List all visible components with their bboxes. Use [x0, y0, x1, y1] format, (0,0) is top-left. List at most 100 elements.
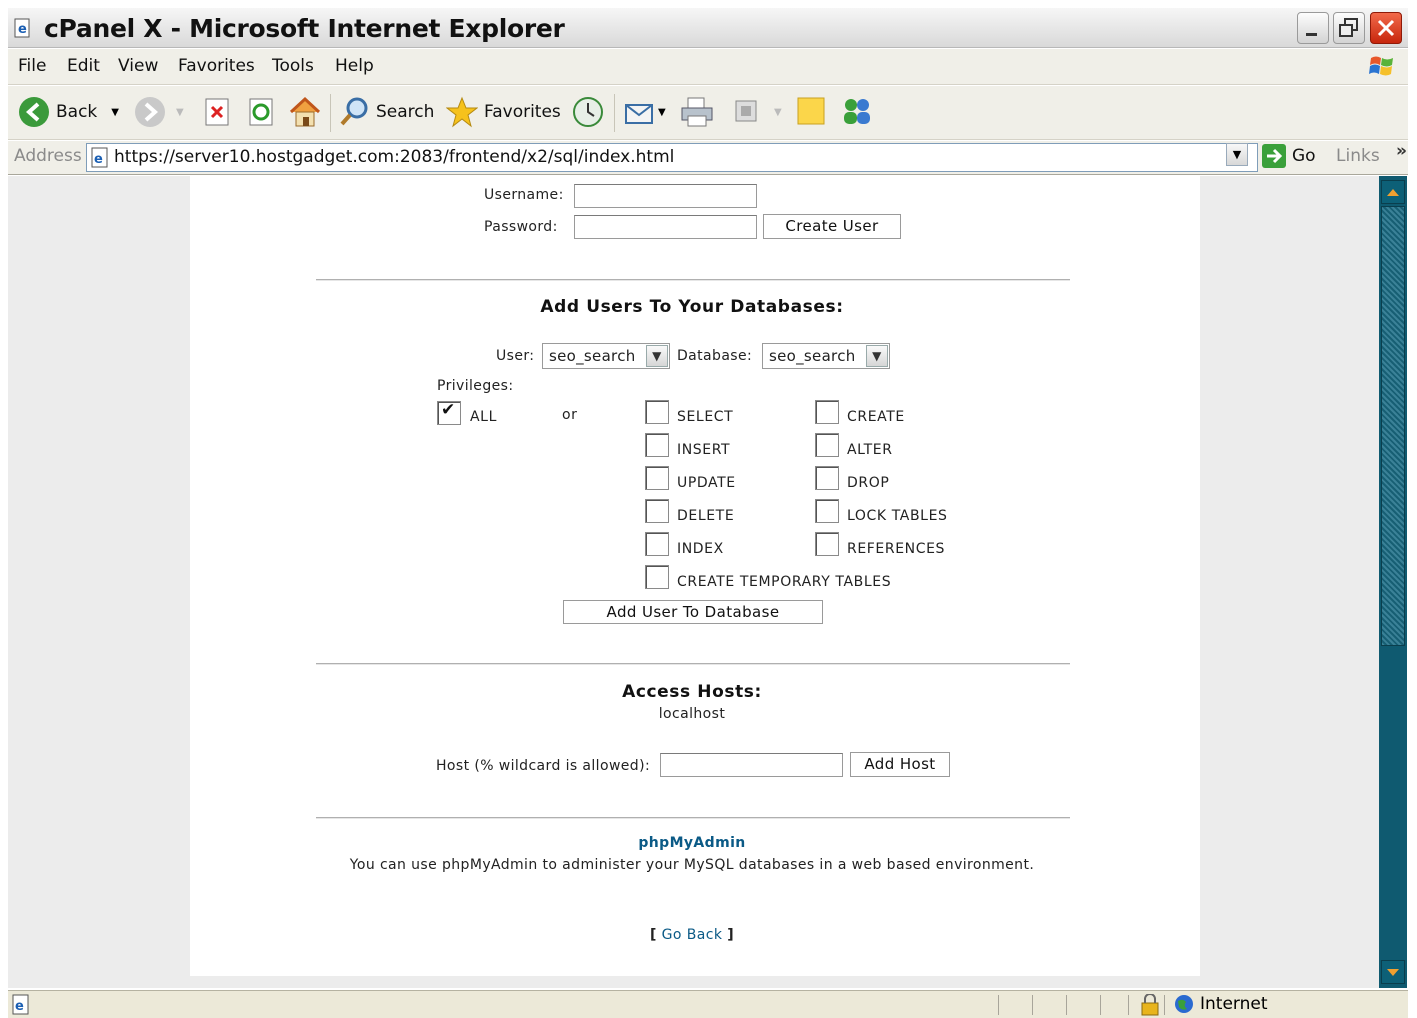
- forward-dropdown-icon[interactable]: ▼: [176, 107, 184, 118]
- stop-icon: [205, 98, 229, 126]
- menu-edit[interactable]: Edit: [67, 56, 100, 76]
- privilege-delete-checkbox[interactable]: [645, 499, 669, 523]
- minimize-button[interactable]: [1297, 12, 1329, 44]
- host-input[interactable]: [660, 753, 843, 777]
- privilege-lock-tables-checkbox[interactable]: [815, 499, 839, 523]
- mail-dropdown-icon[interactable]: ▼: [658, 107, 666, 118]
- scroll-down-button[interactable]: [1381, 960, 1405, 984]
- menu-tools[interactable]: Tools: [272, 56, 314, 76]
- scrollbar-thumb[interactable]: [1381, 206, 1405, 646]
- privilege-references-checkbox[interactable]: [815, 532, 839, 556]
- privilege-insert-checkbox[interactable]: [645, 433, 669, 457]
- minimize-icon: [1306, 33, 1317, 36]
- password-input[interactable]: [574, 215, 757, 239]
- privilege-select-label: SELECT: [677, 409, 734, 425]
- username-input[interactable]: [574, 184, 757, 208]
- links-toolbar[interactable]: Links: [1336, 146, 1380, 166]
- discuss-button[interactable]: [796, 94, 828, 130]
- bracket-open: [: [650, 927, 657, 943]
- access-hosts-heading: Access Hosts:: [622, 682, 762, 702]
- mail-icon: [625, 104, 653, 124]
- go-back-wrapper: [ Go Back ]: [190, 927, 1194, 943]
- database-select[interactable]: seo_search ▼: [762, 343, 890, 369]
- menu-favorites[interactable]: Favorites: [178, 56, 255, 76]
- privilege-references-label: REFERENCES: [847, 541, 946, 557]
- status-divider: [1066, 995, 1067, 1015]
- go-label: Go: [1292, 146, 1316, 166]
- back-button[interactable]: Back ▼: [18, 94, 119, 130]
- go-button[interactable]: Go: [1262, 144, 1316, 168]
- username-label: Username:: [484, 187, 564, 203]
- privilege-drop-checkbox[interactable]: [815, 466, 839, 490]
- status-divider: [1100, 995, 1101, 1015]
- add-host-button[interactable]: Add Host: [850, 752, 950, 777]
- privilege-create-checkbox[interactable]: [815, 400, 839, 424]
- create-user-button[interactable]: Create User: [763, 214, 901, 239]
- close-icon: [1377, 19, 1395, 37]
- vertical-scrollbar[interactable]: [1379, 176, 1407, 988]
- go-back-link[interactable]: Go Back: [662, 927, 723, 943]
- privilege-create-temporary-tables-checkbox[interactable]: [645, 565, 669, 589]
- refresh-icon: [249, 98, 273, 126]
- close-button[interactable]: [1370, 12, 1402, 44]
- edit-page-icon: [735, 100, 757, 122]
- history-button[interactable]: [572, 94, 604, 130]
- phpmyadmin-link[interactable]: phpMyAdmin: [190, 835, 1194, 851]
- bracket-close: ]: [727, 927, 734, 943]
- database-label: Database:: [677, 348, 753, 364]
- user-label: User:: [496, 348, 535, 364]
- status-bar: e Internet: [8, 990, 1408, 1018]
- forward-arrow-icon: [135, 97, 165, 127]
- back-dropdown-icon[interactable]: ▼: [111, 107, 119, 118]
- host-label: Host (% wildcard is allowed):: [436, 758, 651, 774]
- menu-view[interactable]: View: [118, 56, 158, 76]
- forward-button[interactable]: ▼: [134, 94, 184, 130]
- address-dropdown-icon[interactable]: ▼: [1226, 143, 1248, 166]
- address-bar: Address e https://server10.hostgadget.co…: [8, 141, 1408, 175]
- privilege-insert-label: INSERT: [677, 442, 731, 458]
- privilege-select-checkbox[interactable]: [645, 400, 669, 424]
- address-label: Address: [14, 146, 82, 166]
- messenger-button[interactable]: [840, 94, 874, 130]
- status-divider: [1164, 995, 1165, 1015]
- print-button[interactable]: [680, 94, 714, 130]
- svg-text:e: e: [18, 22, 27, 37]
- privilege-index-checkbox[interactable]: [645, 532, 669, 556]
- privilege-alter-checkbox[interactable]: [815, 433, 839, 457]
- host-list-item: localhost: [658, 706, 726, 722]
- privilege-all-label: ALL: [470, 409, 497, 425]
- edit-dropdown-icon[interactable]: ▼: [774, 107, 782, 118]
- window-title: cPanel X - Microsoft Internet Explorer: [44, 14, 565, 43]
- favorites-button[interactable]: Favorites: [446, 94, 561, 130]
- database-select-value: seo_search: [769, 347, 856, 365]
- refresh-button[interactable]: [248, 94, 276, 130]
- search-label: Search: [376, 102, 435, 122]
- edit-button[interactable]: ▼: [734, 94, 782, 130]
- add-user-to-database-button[interactable]: Add User To Database: [563, 600, 823, 624]
- history-icon: [573, 97, 603, 127]
- arrow-down-icon: [1387, 969, 1399, 976]
- back-arrow-icon: [19, 97, 49, 127]
- favorites-label: Favorites: [484, 102, 561, 122]
- privilege-update-checkbox[interactable]: [645, 466, 669, 490]
- stop-button[interactable]: [204, 94, 232, 130]
- lock-icon: [1141, 994, 1159, 1016]
- chevron-more-icon[interactable]: »: [1396, 141, 1407, 161]
- restore-button[interactable]: [1333, 12, 1365, 44]
- svg-text:e: e: [15, 999, 24, 1014]
- chevron-down-icon: ▼: [646, 345, 668, 367]
- menu-file[interactable]: File: [18, 56, 46, 76]
- privilege-update-label: UPDATE: [677, 475, 736, 491]
- page-icon: e: [91, 147, 108, 168]
- mail-button[interactable]: ▼: [624, 94, 666, 130]
- zone-label: Internet: [1200, 994, 1268, 1014]
- scroll-up-button[interactable]: [1381, 180, 1405, 204]
- home-button[interactable]: [288, 94, 322, 130]
- privilege-all-checkbox[interactable]: [437, 400, 461, 425]
- menu-bar: File Edit View Favorites Tools Help: [8, 49, 1408, 85]
- search-button[interactable]: Search: [338, 94, 434, 130]
- user-select[interactable]: seo_search ▼: [542, 343, 670, 369]
- security-zone: Internet: [1174, 994, 1268, 1014]
- restore-icon: [1339, 18, 1358, 37]
- menu-help[interactable]: Help: [335, 56, 374, 76]
